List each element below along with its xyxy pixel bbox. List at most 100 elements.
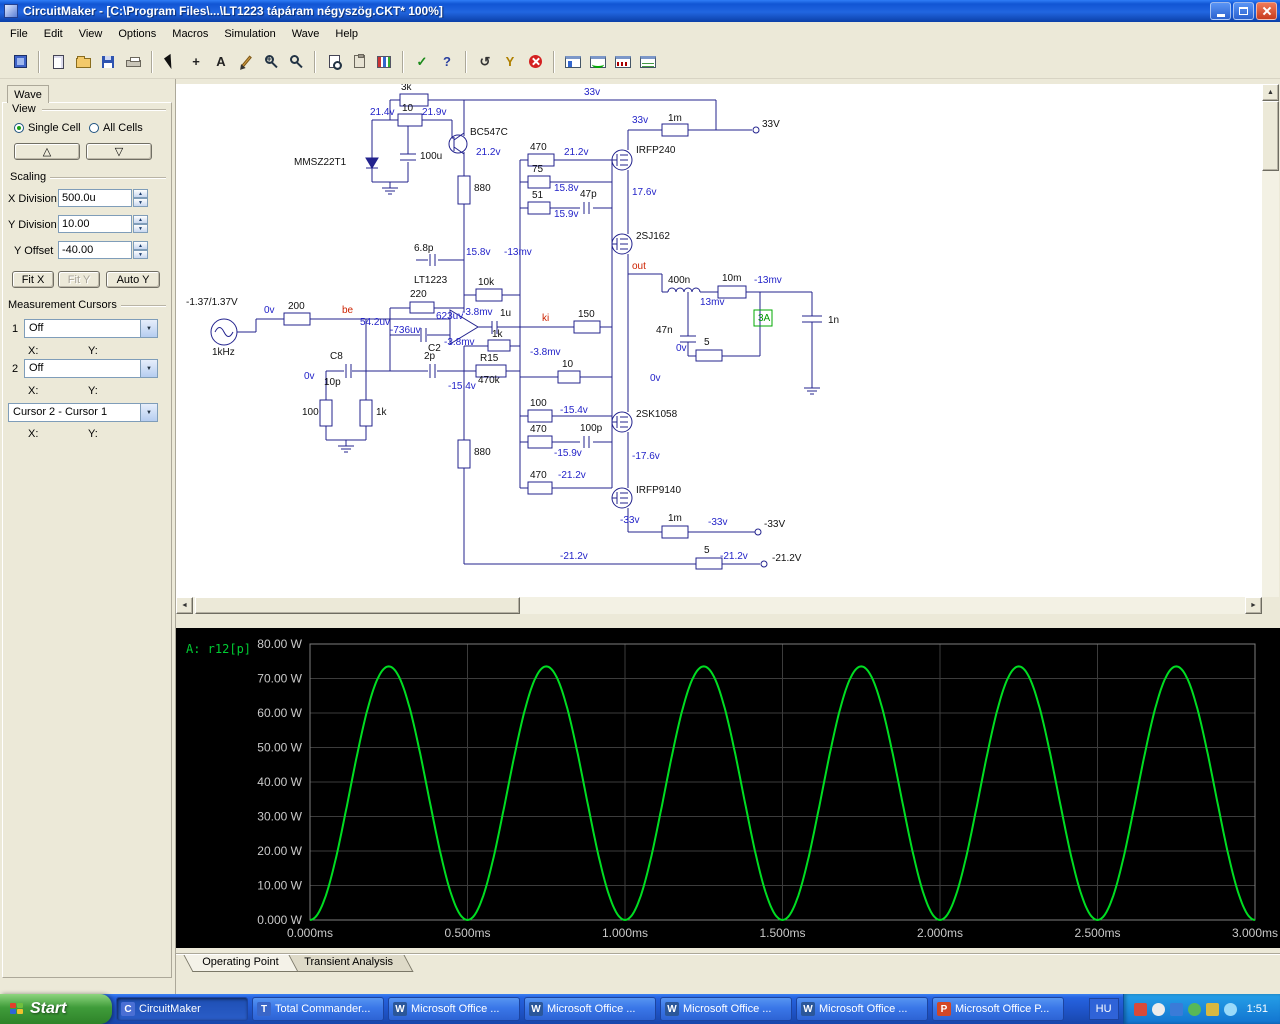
y-offset-input[interactable]: -40.00	[58, 241, 132, 259]
scroll-right-button[interactable]: ►	[1245, 597, 1262, 614]
menu-wave[interactable]: Wave	[284, 24, 328, 44]
scroll-left-button[interactable]: ◄	[176, 597, 193, 614]
scroll-up-button[interactable]: ▲	[1262, 84, 1279, 101]
menu-macros[interactable]: Macros	[164, 24, 216, 44]
data-display-button[interactable]	[372, 50, 396, 74]
taskbar-button-microsoft-office[interactable]: W Microsoft Office ...	[388, 997, 520, 1021]
spin-down-icon[interactable]	[133, 198, 148, 207]
run-simulation-button[interactable]: ✓	[410, 50, 434, 74]
copy-button[interactable]	[347, 50, 371, 74]
schematic-label: 3A	[758, 313, 771, 324]
cursor-diff-value: Cursor 2 - Cursor 1	[13, 406, 108, 418]
tab-operating-point[interactable]: Operating Point	[183, 955, 299, 972]
reset-button[interactable]: ↺	[473, 50, 497, 74]
taskbar-button-circuitmaker[interactable]: C CircuitMaker	[116, 997, 248, 1021]
taskbar-button-total-commander[interactable]: T Total Commander...	[252, 997, 384, 1021]
menu-options[interactable]: Options	[110, 24, 164, 44]
y-division-spinner	[133, 215, 148, 233]
menu-file[interactable]: File	[2, 24, 36, 44]
cursor2-select[interactable]: Off	[24, 359, 158, 378]
save-button[interactable]	[96, 50, 120, 74]
open-button[interactable]	[71, 50, 95, 74]
spin-up-icon[interactable]	[133, 215, 148, 224]
menu-edit[interactable]: Edit	[36, 24, 71, 44]
zoom-button[interactable]	[284, 50, 308, 74]
taskbar-button-microsoft-office[interactable]: W Microsoft Office ...	[524, 997, 656, 1021]
logic-analyzer-button[interactable]	[611, 50, 635, 74]
tray-alert-icon[interactable]	[1205, 1002, 1219, 1016]
select-tool-button[interactable]	[159, 50, 183, 74]
wave-panel	[2, 102, 172, 978]
spin-down-icon[interactable]	[133, 224, 148, 233]
scale-up-button[interactable]: △	[14, 143, 80, 160]
menu-simulation[interactable]: Simulation	[216, 24, 283, 44]
spin-up-icon[interactable]	[133, 189, 148, 198]
spin-down-icon[interactable]	[133, 250, 148, 259]
radio-all-cells[interactable]: All Cells	[89, 122, 143, 134]
fit-y-button[interactable]: Fit Y	[58, 271, 100, 288]
vscroll-thumb[interactable]	[1262, 101, 1279, 171]
cursor-diff-y-label: Y:	[88, 428, 98, 440]
terminal-m21v	[760, 560, 768, 568]
cursor-diff-select[interactable]: Cursor 2 - Cursor 1	[8, 403, 158, 422]
tab-transient-analysis[interactable]: Transient Analysis	[285, 955, 414, 972]
scale-down-button[interactable]: ▽	[86, 143, 152, 160]
waveform-chart[interactable]: 80.00 W 70.00 W 60.00 W 50.00 W 40.00 W 30.00…	[176, 628, 1280, 948]
chevron-down-icon[interactable]	[140, 320, 157, 337]
stop-simulation-button[interactable]	[523, 50, 547, 74]
schematic-vscrollbar[interactable]: ▲ ▼	[1262, 84, 1279, 614]
start-button[interactable]: Start	[0, 994, 112, 1024]
tray-network-icon[interactable]	[1169, 1002, 1183, 1016]
menu-view[interactable]: View	[71, 24, 111, 44]
new-button[interactable]	[46, 50, 70, 74]
spin-up-icon[interactable]	[133, 241, 148, 250]
signal-generator-button[interactable]	[636, 50, 660, 74]
chevron-down-icon[interactable]	[140, 404, 157, 421]
print-button[interactable]	[121, 50, 145, 74]
undo-arrow-icon: ↺	[479, 54, 491, 69]
x-division-input[interactable]: 500.0u	[58, 189, 132, 207]
cursor1-select[interactable]: Off	[24, 319, 158, 338]
schematic-label: -3.8mv	[444, 337, 475, 348]
schematic-hscrollbar[interactable]: ◄ ►	[176, 597, 1262, 614]
toolbar-separator	[38, 50, 40, 73]
schematic-label: 0v	[304, 371, 315, 382]
tray-pen-icon[interactable]	[1223, 1002, 1237, 1016]
language-indicator[interactable]: HU	[1088, 998, 1119, 1020]
parts-browser-button[interactable]	[8, 50, 32, 74]
tray-shield-icon[interactable]	[1133, 1002, 1147, 1016]
probe-tool-button[interactable]: Y	[498, 50, 522, 74]
help-button[interactable]: ?	[435, 50, 459, 74]
taskbar-button-microsoft-office-p[interactable]: P Microsoft Office P...	[932, 997, 1064, 1021]
fit-x-button[interactable]: Fit X	[12, 271, 54, 288]
auto-y-button[interactable]: Auto Y	[106, 271, 160, 288]
zoom-window-button[interactable]	[259, 50, 283, 74]
digital-panel-button[interactable]	[561, 50, 585, 74]
menu-help[interactable]: Help	[327, 24, 366, 44]
task-window-icon: W	[529, 1002, 543, 1016]
menu-bar: File Edit View Options Macros Simulation Wave H…	[0, 22, 1280, 45]
scope-panel-button[interactable]	[586, 50, 610, 74]
place-part-button[interactable]: +	[184, 50, 208, 74]
tray-volume-icon[interactable]	[1151, 1002, 1165, 1016]
close-button[interactable]	[1256, 2, 1277, 20]
schematic-canvas[interactable]: 3k 33v 21.4v 10 21.9v BC547C 33v 1m 33V MMSZ22T1 1…	[176, 84, 1262, 597]
schematic-label: 6.8p	[414, 243, 434, 254]
schematic-label: 1m	[668, 513, 682, 524]
minimize-button[interactable]	[1210, 2, 1231, 20]
hscroll-thumb[interactable]	[195, 597, 520, 614]
maximize-button[interactable]	[1233, 2, 1254, 20]
x-division-spinner	[133, 189, 148, 207]
radio-single-cell[interactable]: Single Cell	[14, 122, 81, 134]
delete-tool-button[interactable]	[234, 50, 258, 74]
tab-wave[interactable]: Wave	[7, 85, 49, 103]
taskbar-button-microsoft-office[interactable]: W Microsoft Office ...	[660, 997, 792, 1021]
find-button[interactable]	[322, 50, 346, 74]
tray-messenger-icon[interactable]	[1187, 1002, 1201, 1016]
y-division-input[interactable]: 10.00	[58, 215, 132, 233]
title-bar: CircuitMaker - [C:\Program Files\...\LT1…	[0, 0, 1280, 22]
chevron-down-icon[interactable]	[140, 360, 157, 377]
taskbar-button-microsoft-office[interactable]: W Microsoft Office ...	[796, 997, 928, 1021]
printer-icon	[125, 57, 141, 67]
text-tool-button[interactable]: A	[209, 50, 233, 74]
